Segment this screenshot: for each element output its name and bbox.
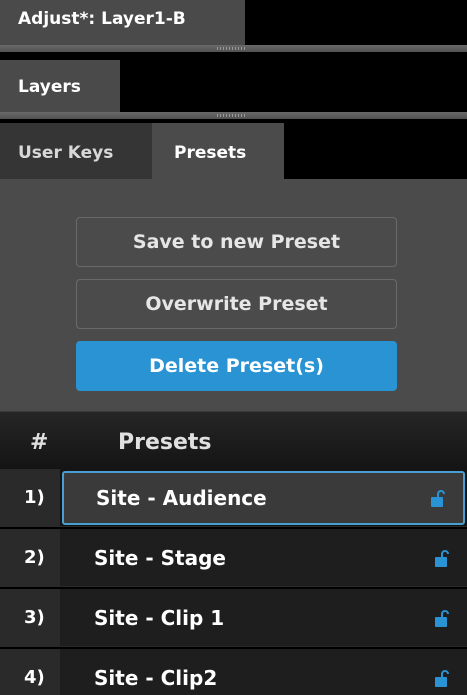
panel-resize-handle[interactable]	[0, 45, 467, 52]
grip-icon	[217, 47, 247, 50]
overwrite-preset-button[interactable]: Overwrite Preset	[76, 279, 397, 329]
preset-name-label: Site - Audience	[96, 486, 267, 510]
preset-name-label: Site - Stage	[94, 545, 226, 570]
preset-name[interactable]: Site - Audience	[62, 471, 465, 525]
preset-number: 1)	[0, 469, 60, 526]
layers-panel-title[interactable]: Layers	[0, 60, 120, 112]
presets-actions-panel: Save to new Preset Overwrite Preset Dele…	[0, 179, 467, 411]
adjust-panel-title[interactable]: Adjust*: Layer1-B	[0, 0, 245, 45]
unlock-icon[interactable]	[435, 669, 449, 687]
grip-icon	[217, 114, 247, 117]
preset-row[interactable]: 2) Site - Stage	[0, 529, 467, 587]
column-header-presets[interactable]: Presets	[118, 430, 212, 455]
preset-name[interactable]: Site - Clip2	[60, 649, 467, 695]
save-to-new-preset-button[interactable]: Save to new Preset	[76, 217, 397, 267]
unlock-icon[interactable]	[435, 549, 449, 567]
delete-presets-button[interactable]: Delete Preset(s)	[76, 341, 397, 391]
unlock-icon[interactable]	[435, 609, 449, 627]
preset-row[interactable]: 4) Site - Clip2	[0, 649, 467, 695]
preset-name[interactable]: Site - Clip 1	[60, 589, 467, 646]
unlock-icon[interactable]	[431, 489, 445, 507]
preset-number: 3)	[0, 589, 60, 646]
column-header-number[interactable]: #	[30, 430, 48, 455]
preset-name-label: Site - Clip 1	[94, 605, 225, 630]
tab-bar: User Keys Presets	[0, 123, 467, 179]
tab-user-keys[interactable]: User Keys	[0, 123, 152, 179]
preset-number: 2)	[0, 529, 60, 586]
preset-list-header: # Presets	[0, 411, 467, 469]
panel-resize-handle[interactable]	[0, 112, 467, 119]
preset-number: 4)	[0, 649, 60, 695]
preset-name[interactable]: Site - Stage	[60, 529, 467, 586]
preset-name-label: Site - Clip2	[94, 665, 218, 690]
preset-row[interactable]: 1) Site - Audience	[0, 469, 467, 527]
tab-presets[interactable]: Presets	[152, 123, 284, 179]
preset-row[interactable]: 3) Site - Clip 1	[0, 589, 467, 647]
